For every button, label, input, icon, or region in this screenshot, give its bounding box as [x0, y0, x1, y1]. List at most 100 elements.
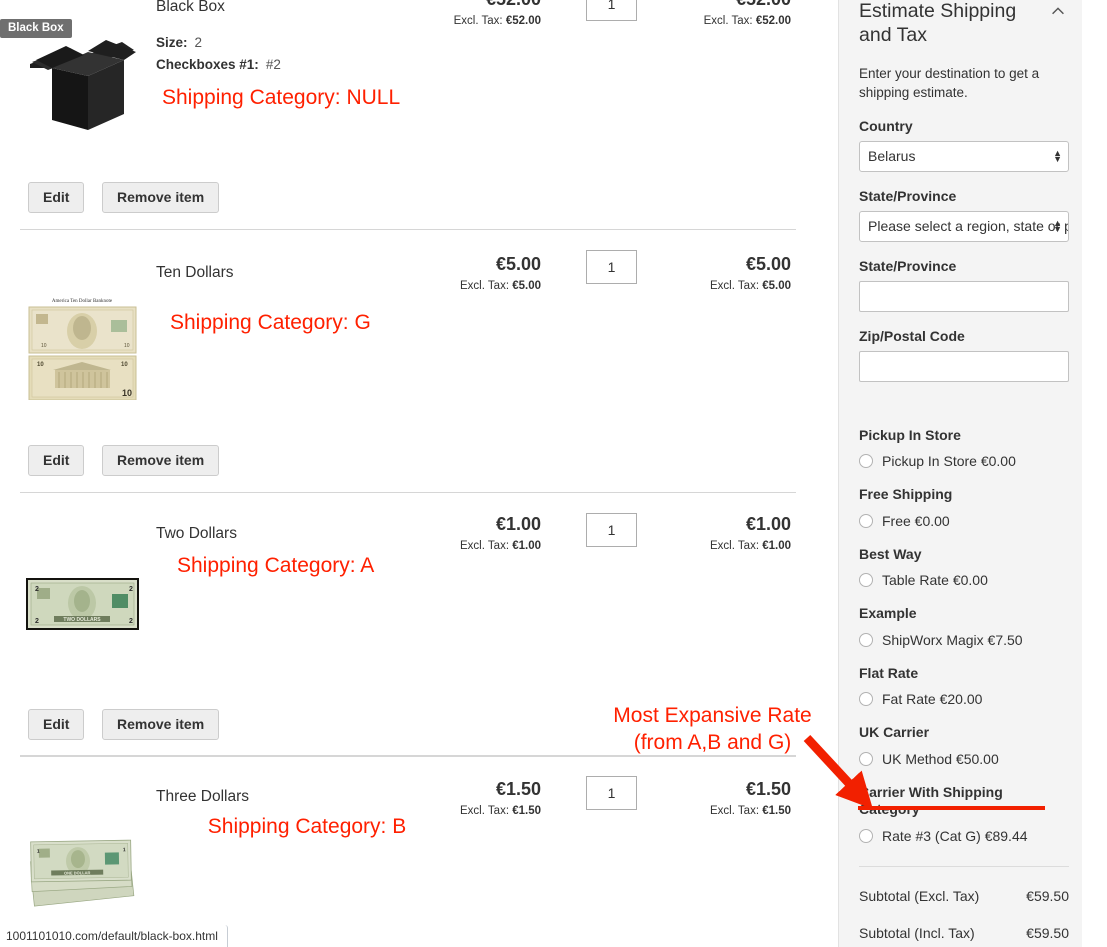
ten-dollars-icon: America Ten Dollar Banknote 10 10 10 10 … — [25, 290, 140, 401]
item-subtotal-excl-tax: Excl. Tax: €1.50 — [650, 805, 791, 818]
shipping-method-option[interactable]: Rate #3 (Cat G) €89.44 — [859, 828, 1069, 844]
product-name[interactable]: Two Dollars — [156, 525, 237, 543]
shipping-method-group: Pickup In Store Pickup In Store €0.00 — [859, 426, 1069, 469]
remove-item-button[interactable]: Remove item — [102, 445, 220, 476]
excl-tax-label: Excl. Tax: — [710, 280, 760, 292]
remove-item-button[interactable]: Remove item — [102, 709, 220, 740]
radio-icon[interactable] — [859, 632, 873, 647]
edit-item-button[interactable]: Edit — [28, 182, 85, 213]
region-text-label: State/Province — [859, 257, 957, 274]
two-dollars-icon: 2 2 2 2 TWO DOLLARS — [26, 578, 139, 630]
shipping-method-option[interactable]: Free €0.00 — [859, 513, 1069, 529]
item-subtotal: €5.00 Excl. Tax: €5.00 — [650, 255, 791, 293]
item-subtotal: €1.00 Excl. Tax: €1.00 — [650, 515, 791, 553]
item-subtotal-excl-tax: Excl. Tax: €1.00 — [650, 540, 791, 553]
item-price-excl-tax: Excl. Tax: €1.50 — [400, 805, 541, 818]
cart-item-row: America Ten Dollar Banknote 10 10 10 10 … — [0, 230, 838, 493]
region-text-input[interactable] — [859, 280, 1069, 312]
shipping-option-label: Fat Rate €20.00 — [882, 691, 983, 708]
item-subtotal-value: €5.00 — [745, 254, 791, 274]
item-subtotal-value: €52.00 — [650, 0, 791, 8]
item-subtotal-excl-tax: Excl. Tax: €5.00 — [650, 280, 791, 293]
excl-tax-value: €52.00 — [505, 15, 541, 27]
shipping-method-option[interactable]: Pickup In Store €0.00 — [859, 453, 1069, 469]
cart-item-row: Black Box Size: 2 Checkboxes #1: #2 Shippi… — [0, 0, 838, 230]
item-subtotal-value: €1.00 — [745, 514, 791, 534]
zip-label: Zip/Postal Code — [859, 327, 965, 344]
total-value: €59.50 — [1026, 887, 1069, 904]
shipping-method-option[interactable]: Table Rate €0.00 — [859, 572, 1069, 588]
shipping-method-option[interactable]: Fat Rate €20.00 — [859, 691, 1069, 707]
radio-icon[interactable] — [859, 828, 873, 843]
svg-text:America Ten Dollar Banknote: America Ten Dollar Banknote — [52, 299, 113, 304]
quantity-input[interactable] — [586, 0, 637, 21]
totals-row: Subtotal (Incl. Tax) €59.50 — [859, 925, 1069, 941]
edit-item-button[interactable]: Edit — [28, 709, 85, 740]
radio-icon[interactable] — [859, 454, 873, 469]
product-name[interactable]: Black Box — [156, 0, 225, 16]
shipping-option-label: Free €0.00 — [882, 512, 950, 529]
quantity-input[interactable] — [586, 250, 637, 284]
shipping-category-annotation: Shipping Category: B — [207, 815, 407, 838]
total-label: Subtotal (Incl. Tax) — [859, 924, 975, 941]
excl-tax-label: Excl. Tax: — [703, 15, 753, 27]
excl-tax-value: €1.00 — [762, 540, 791, 552]
excl-tax-label: Excl. Tax: — [710, 540, 760, 552]
item-price-value: €5.00 — [495, 254, 541, 274]
product-name[interactable]: Three Dollars — [156, 788, 249, 806]
svg-text:2: 2 — [129, 586, 133, 593]
shipping-method-group: Example ShipWorx Magix €7.50 — [859, 605, 1069, 648]
shipping-group-title: Pickup In Store — [859, 426, 961, 443]
item-price-value: €52.00 — [400, 0, 541, 8]
remove-item-button[interactable]: Remove item — [102, 182, 220, 213]
sidebar-title: Estimate Shipping and Tax — [859, 0, 1017, 46]
total-value: €59.50 — [1026, 924, 1069, 941]
svg-text:10: 10 — [124, 343, 130, 349]
quantity-input[interactable] — [586, 776, 637, 810]
svg-text:1: 1 — [123, 847, 126, 853]
svg-text:2: 2 — [129, 618, 133, 625]
region-select[interactable]: Please select a region, state or provinc… — [859, 210, 1069, 242]
page-root: Black Box Size: 2 Checkboxes #1: #2 Shippi… — [0, 0, 1107, 947]
radio-icon[interactable] — [859, 692, 873, 707]
browser-status-bar-url: 1001101010.com/default/black-box.html — [0, 925, 228, 947]
product-option: Size: 2 — [156, 35, 202, 50]
radio-icon[interactable] — [859, 573, 873, 588]
product-thumbnail[interactable]: America Ten Dollar Banknote 10 10 10 10 … — [25, 290, 140, 401]
svg-text:10: 10 — [122, 388, 132, 398]
product-thumbnail[interactable]: 1 1 ONE DOLLAR — [25, 831, 140, 911]
item-price-excl-tax: Excl. Tax: €1.00 — [400, 540, 541, 553]
chevron-up-icon[interactable] — [1049, 3, 1067, 21]
excl-tax-value: €5.00 — [512, 280, 541, 292]
shipping-method-option[interactable]: ShipWorx Magix €7.50 — [859, 632, 1069, 648]
product-thumbnail[interactable]: 2 2 2 2 TWO DOLLARS — [26, 578, 139, 630]
radio-icon[interactable] — [859, 513, 873, 528]
country-select-value: Belarus — [868, 147, 916, 164]
excl-tax-label: Excl. Tax: — [710, 805, 760, 817]
edit-item-button[interactable]: Edit — [28, 445, 85, 476]
svg-text:10: 10 — [37, 362, 44, 368]
red-arrow-annotation — [803, 734, 873, 810]
total-label: Subtotal (Excl. Tax) — [859, 887, 980, 904]
region-select-label: State/Province — [859, 187, 957, 204]
excl-tax-value: €5.00 — [762, 280, 791, 292]
product-name[interactable]: Ten Dollars — [156, 264, 234, 282]
page-right-margin — [1082, 0, 1107, 947]
totals-row: Subtotal (Excl. Tax) €59.50 — [859, 888, 1069, 904]
item-price: €1.00 Excl. Tax: €1.00 — [400, 515, 541, 553]
excl-tax-value: €1.50 — [512, 805, 541, 817]
item-price: €1.50 Excl. Tax: €1.50 — [400, 780, 541, 818]
item-price-excl-tax: Excl. Tax: €5.00 — [400, 280, 541, 293]
shipping-option-label: Pickup In Store €0.00 — [882, 453, 1016, 470]
shipping-group-title: Example — [859, 605, 917, 622]
shipping-category-annotation: Shipping Category: A — [177, 554, 375, 577]
country-select[interactable]: Belarus ▲ ▼ — [859, 140, 1069, 172]
shipping-option-label: UK Method €50.00 — [882, 750, 999, 767]
zip-input[interactable] — [859, 350, 1069, 382]
three-dollars-icon: 1 1 ONE DOLLAR — [30, 839, 135, 907]
excl-tax-value: €52.00 — [755, 15, 791, 27]
quantity-input[interactable] — [586, 513, 637, 547]
item-price-excl-tax: Excl. Tax: €52.00 — [400, 15, 541, 28]
excl-tax-label: Excl. Tax: — [453, 15, 503, 27]
excl-tax-label: Excl. Tax: — [460, 280, 510, 292]
